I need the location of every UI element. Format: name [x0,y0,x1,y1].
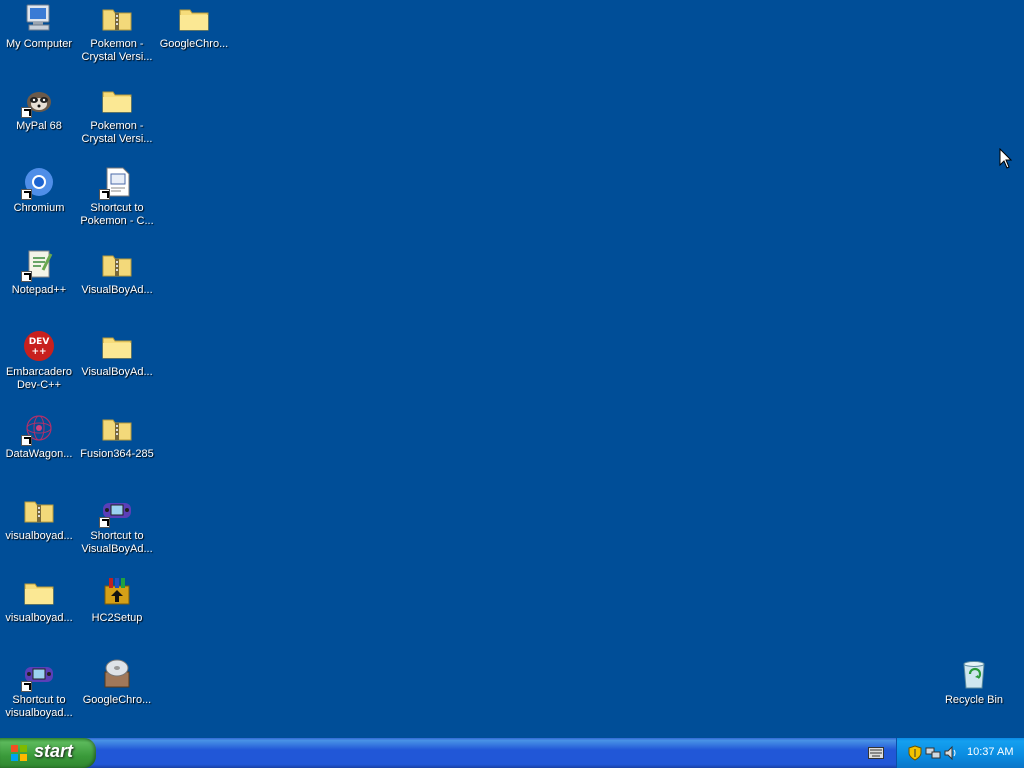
shortcut-vba-lower-icon-item[interactable]: Shortcut to visualboyad... [0,658,78,720]
shortcut-arrow-icon [21,107,32,118]
icon-label: Recycle Bin [944,694,1004,706]
shortcut-arrow-icon [21,681,32,692]
datawagon-icon-item[interactable]: DataWagon... [0,412,78,461]
icon-label: visualboyad... [5,612,73,624]
shortcut-arrow-icon [21,435,32,446]
clock[interactable]: 10:37 AM [967,746,1013,758]
icon-label: Chromium [13,202,65,214]
hc2setup-icon-item[interactable]: HC2Setup [78,576,156,625]
dev-cpp-icon: DEV ++ [23,330,55,362]
start-label: start [34,741,74,761]
installer-box-icon [101,576,133,608]
zip-folder-icon [23,494,55,526]
shortcut-pokemon-icon-item[interactable]: Shortcut to Pokemon - C... [78,166,156,228]
icon-label: MyPal 68 [16,120,62,132]
chromium-icon [21,166,55,200]
pokemon-folder-icon-item[interactable]: Pokemon - Crystal Versi... [78,84,156,146]
folder-icon [101,330,133,362]
shortcut-arrow-icon [21,271,32,282]
start-button[interactable]: start [0,738,96,768]
icon-label: VisualBoyAd... [81,366,153,378]
icon-label: VisualBoyAd... [81,284,153,296]
network-sphere-icon [21,412,55,446]
folder-icon [178,2,210,34]
devcpp-icon-item[interactable]: DEV ++ Embarcadero Dev-C++ [0,330,78,392]
security-shield-icon[interactable] [907,745,923,761]
shortcut-vba-upper-icon-item[interactable]: Shortcut to VisualBoyAd... [78,494,156,556]
zip-folder-icon [101,412,133,444]
zip-folder-icon [101,248,133,280]
recycle-bin-icon [958,658,990,690]
notepad-plus-plus-icon [21,248,55,282]
icon-label: Notepad++ [11,284,67,296]
system-tray: 10:37 AM [896,738,1024,768]
computer-icon [23,2,55,34]
recycle-bin-icon-item[interactable]: Recycle Bin [935,658,1013,707]
shortcut-arrow-icon [99,517,110,528]
icon-label: Pokemon - Crystal Versi... [81,38,153,63]
gameboy-advance-icon [21,658,55,692]
folder-icon [23,576,55,608]
folder-icon [101,84,133,116]
shortcut-arrow-icon [99,189,110,200]
my-computer-icon-item[interactable]: My Computer [0,2,78,51]
chrome-installer-icon-item[interactable]: GoogleChro... [78,658,156,707]
keyboard-icon[interactable] [868,746,884,759]
desktop: My Computer MyPal 68 Chromium Notepad++ … [0,0,1024,738]
vba-zip-1-icon-item[interactable]: visualboyad... [0,494,78,543]
icon-label: Shortcut to VisualBoyAd... [81,530,153,555]
windows-logo-icon [10,744,28,762]
fusion-icon-item[interactable]: Fusion364-285 [78,412,156,461]
mypal-icon-item[interactable]: MyPal 68 [0,84,78,133]
pokemon-zip-icon-item[interactable]: Pokemon - Crystal Versi... [78,2,156,64]
raccoon-icon [21,84,55,118]
icon-label: Embarcadero Dev-C++ [5,366,73,391]
svg-text:++: ++ [31,347,46,357]
icon-label: DataWagon... [5,448,73,460]
icon-label: Fusion364-285 [80,448,154,460]
zip-folder-icon [101,2,133,34]
icon-label: GoogleChro... [159,38,229,50]
network-icon[interactable] [925,745,941,761]
vba-folder-1-icon-item[interactable]: visualboyad... [0,576,78,625]
icon-label: HC2Setup [91,612,143,624]
vba-folder-2-icon-item[interactable]: VisualBoyAd... [78,330,156,379]
icon-label: Shortcut to Pokemon - C... [80,202,154,227]
gameboy-advance-icon [99,494,133,528]
installer-disc-icon [101,658,133,690]
notepad-icon-item[interactable]: Notepad++ [0,248,78,297]
chrome-folder-icon-item[interactable]: GoogleChro... [155,2,233,51]
document-file-icon [99,166,133,200]
icon-label: Shortcut to visualboyad... [5,694,73,719]
taskbar: start 10:37 AM [0,738,1024,768]
svg-text:DEV: DEV [29,337,50,347]
chromium-icon-item[interactable]: Chromium [0,166,78,215]
volume-icon[interactable] [943,745,959,761]
icon-label: GoogleChro... [82,694,152,706]
vba-zip-2-icon-item[interactable]: VisualBoyAd... [78,248,156,297]
icon-label: Pokemon - Crystal Versi... [81,120,153,145]
icon-label: My Computer [5,38,73,50]
mouse-cursor-icon [999,147,1013,170]
icon-label: visualboyad... [5,530,73,542]
shortcut-arrow-icon [21,189,32,200]
